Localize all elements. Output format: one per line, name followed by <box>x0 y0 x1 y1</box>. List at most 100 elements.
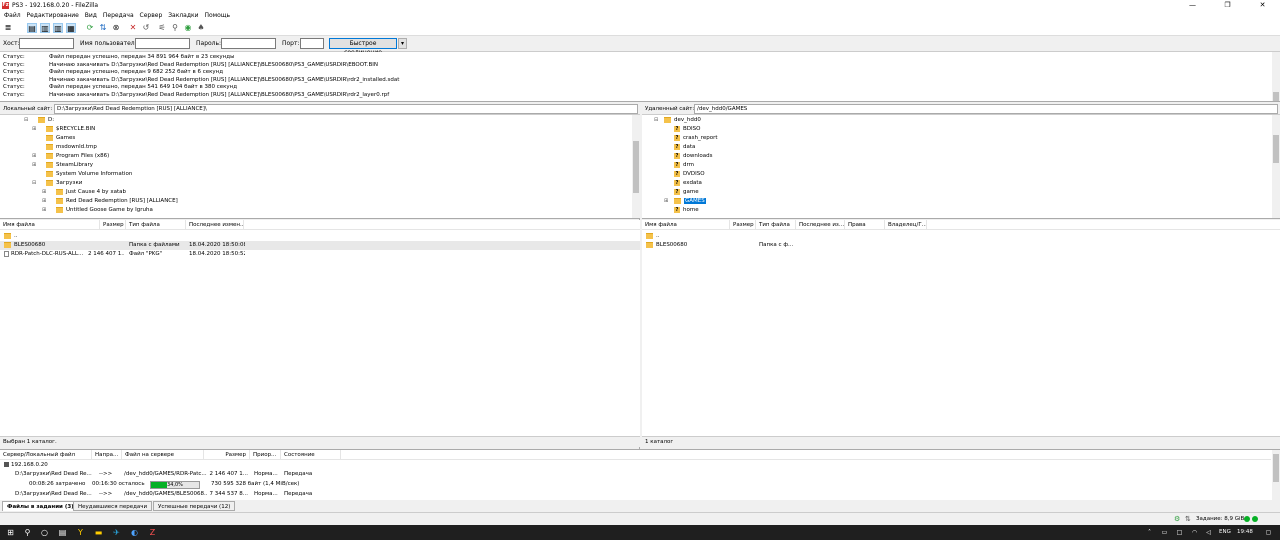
local-tree-item[interactable]: Red Dead Redemption [RUS] [ALLIANCE] <box>56 197 178 206</box>
disconnect-icon[interactable]: ✕ <box>128 23 138 33</box>
local-tree-expander-icon[interactable]: ⊞ <box>42 198 46 204</box>
input-language[interactable]: ENG <box>1219 529 1231 535</box>
password-input[interactable] <box>221 38 276 49</box>
quickconnect-dropdown[interactable]: ▾ <box>398 38 407 49</box>
toggle-queue-icon[interactable]: ▦ <box>66 23 76 33</box>
remote-tree-item[interactable]: ? exdata <box>674 179 702 188</box>
remote-tree-item[interactable]: dev_hdd0 <box>664 116 701 125</box>
tray-arrow-icon[interactable]: ˄ <box>1145 528 1154 537</box>
toggle-local-tree-icon[interactable]: ▥ <box>40 23 50 33</box>
tray-volume-icon[interactable]: ◁ <box>1204 528 1213 537</box>
process-queue-icon[interactable]: ⇅ <box>98 23 108 33</box>
local-col-name[interactable]: Имя файла <box>0 220 100 230</box>
find-files-icon[interactable]: ♠ <box>196 23 206 33</box>
filezilla-taskbar-icon[interactable]: Z <box>148 528 157 537</box>
local-file-row[interactable]: .. <box>0 232 640 241</box>
toggle-remote-tree-icon[interactable]: ▥ <box>53 23 63 33</box>
toggle-log-icon[interactable]: ▤ <box>27 23 37 33</box>
queue-row-1-local[interactable]: D:\Загрузки\Red Dead Re... <box>15 470 93 479</box>
remote-tree-item[interactable]: GAMES <box>674 197 706 206</box>
local-tree-item[interactable]: System Volume Information <box>46 170 132 179</box>
menu-server[interactable]: Сервер <box>140 11 163 21</box>
tab-failed-transfers[interactable]: Неудавшиеся передачи <box>73 501 153 511</box>
menu-transfer[interactable]: Передача <box>103 11 134 21</box>
queue-server-row[interactable]: 192.168.0.20 <box>4 461 104 470</box>
menu-view[interactable]: Вид <box>85 11 97 21</box>
remote-tree-item[interactable]: ? data <box>674 143 695 152</box>
menu-file[interactable]: Файл <box>4 11 21 21</box>
tray-wifi-icon[interactable]: ◠ <box>1190 528 1199 537</box>
directory-filter-icon[interactable]: ⚟ <box>157 23 167 33</box>
local-tree-expander-icon[interactable]: ⊟ <box>32 180 36 186</box>
menu-edit[interactable]: Редактирование <box>27 11 79 21</box>
remote-col-size[interactable]: Размер <box>730 220 756 230</box>
close-button[interactable]: ✕ <box>1245 0 1280 11</box>
local-col-modified[interactable]: Последнее измен... <box>186 220 244 230</box>
remote-col-type[interactable]: Тип файла <box>756 220 796 230</box>
local-tree-expander-icon[interactable]: ⊞ <box>42 207 46 213</box>
remote-tree-item[interactable]: ? home <box>674 206 699 215</box>
queue-col-direction[interactable]: Напра... <box>92 450 122 460</box>
remote-tree-item[interactable]: ? crash_report <box>674 134 718 143</box>
remote-col-name[interactable]: Имя файла <box>642 220 730 230</box>
tray-network-icon[interactable]: ▭ <box>1160 528 1169 537</box>
refresh-icon[interactable]: ⟳ <box>85 23 95 33</box>
minimize-button[interactable]: — <box>1175 0 1210 11</box>
local-tree-scroll-thumb[interactable] <box>633 141 639 193</box>
settings-icon[interactable]: ◐ <box>130 528 139 537</box>
yandex-browser-icon[interactable]: Y <box>76 528 85 537</box>
remote-tree-item[interactable]: ? game <box>674 188 699 197</box>
username-input[interactable] <box>135 38 190 49</box>
remote-tree-expander-icon[interactable]: ⊟ <box>654 117 658 123</box>
site-manager-icon[interactable]: ≣ <box>3 23 13 33</box>
local-tree-expander-icon[interactable]: ⊞ <box>32 162 36 168</box>
local-tree-item[interactable]: Program Files (x86) <box>46 152 109 161</box>
search-icon[interactable]: ⚲ <box>23 528 32 537</box>
local-tree-expander-icon[interactable]: ⊞ <box>32 153 36 159</box>
compare-directories-icon[interactable]: ⚲ <box>170 23 180 33</box>
maximize-button[interactable]: ❐ <box>1210 0 1245 11</box>
queue-col-state[interactable]: Состояние <box>281 450 341 460</box>
task-view-icon[interactable]: ○ <box>40 528 49 537</box>
remote-tree-item[interactable]: ? BDISO <box>674 125 700 134</box>
remote-tree-item[interactable]: ? downloads <box>674 152 712 161</box>
local-tree-scrollbar[interactable] <box>632 115 640 218</box>
file-explorer-icon[interactable]: ▤ <box>58 528 67 537</box>
local-tree-item[interactable]: Just Cause 4 by xatab <box>56 188 126 197</box>
folder-icon[interactable]: ▬ <box>94 528 103 537</box>
remote-file-row[interactable]: .. <box>642 232 1280 241</box>
tab-successful-transfers[interactable]: Успешные передачи (12) <box>153 501 236 511</box>
port-input[interactable] <box>300 38 324 49</box>
remote-col-owner[interactable]: Владелец/Г... <box>885 220 927 230</box>
local-tree-item[interactable]: $RECYCLE.BIN <box>46 125 95 134</box>
local-file-row[interactable]: RDR-Patch-DLC-RUS-ALL... 2 146 407 1... Фа… <box>0 250 640 259</box>
reconnect-icon[interactable]: ↺ <box>141 23 151 33</box>
local-tree-item[interactable]: Games <box>46 134 75 143</box>
local-tree-item[interactable]: D: <box>38 116 54 125</box>
queue-scroll-thumb[interactable] <box>1273 454 1279 482</box>
host-input[interactable] <box>19 38 74 49</box>
local-tree-item[interactable]: Untitled Goose Game by Igruha <box>56 206 153 215</box>
telegram-icon[interactable]: ✈ <box>112 528 121 537</box>
tab-queued-files[interactable]: Файлы в задании (3) <box>2 501 79 511</box>
remote-tree-expander-icon[interactable]: ⊞ <box>664 198 668 204</box>
remote-tree-scrollbar[interactable] <box>1272 115 1280 218</box>
local-tree-expander-icon[interactable]: ⊟ <box>24 117 28 123</box>
remote-file-row[interactable]: BLES00680 Папка с ф... <box>642 241 1280 250</box>
remote-tree-item[interactable]: ? drm <box>674 161 694 170</box>
local-tree-item[interactable]: msdownld.tmp <box>46 143 97 152</box>
local-path-input[interactable]: D:\Загрузки\Red Dead Redemption [RUS] [A… <box>54 104 638 114</box>
queue-col-local[interactable]: Сервер/Локальный файл <box>0 450 92 460</box>
local-tree-item[interactable]: SteamLibrary <box>46 161 93 170</box>
queue-scrollbar[interactable] <box>1272 450 1280 500</box>
local-tree-item[interactable]: Загрузки <box>46 179 82 188</box>
queue-col-size[interactable]: Размер <box>204 450 250 460</box>
local-file-row[interactable]: BLES00680 Папка с файлами 18.04.2020 18:50… <box>0 241 640 250</box>
remote-tree-item[interactable]: ? DVDISO <box>674 170 705 179</box>
remote-path-input[interactable]: /dev_hdd0/GAMES <box>694 104 1278 114</box>
sync-browsing-icon[interactable]: ◉ <box>183 23 193 33</box>
queue-col-remote[interactable]: Файл на сервере <box>122 450 204 460</box>
windows-start-icon[interactable]: ⊞ <box>6 528 15 537</box>
local-tree-expander-icon[interactable]: ⊞ <box>32 126 36 132</box>
queue-row-2-local[interactable]: D:\Загрузки\Red Dead Re... <box>15 490 93 499</box>
